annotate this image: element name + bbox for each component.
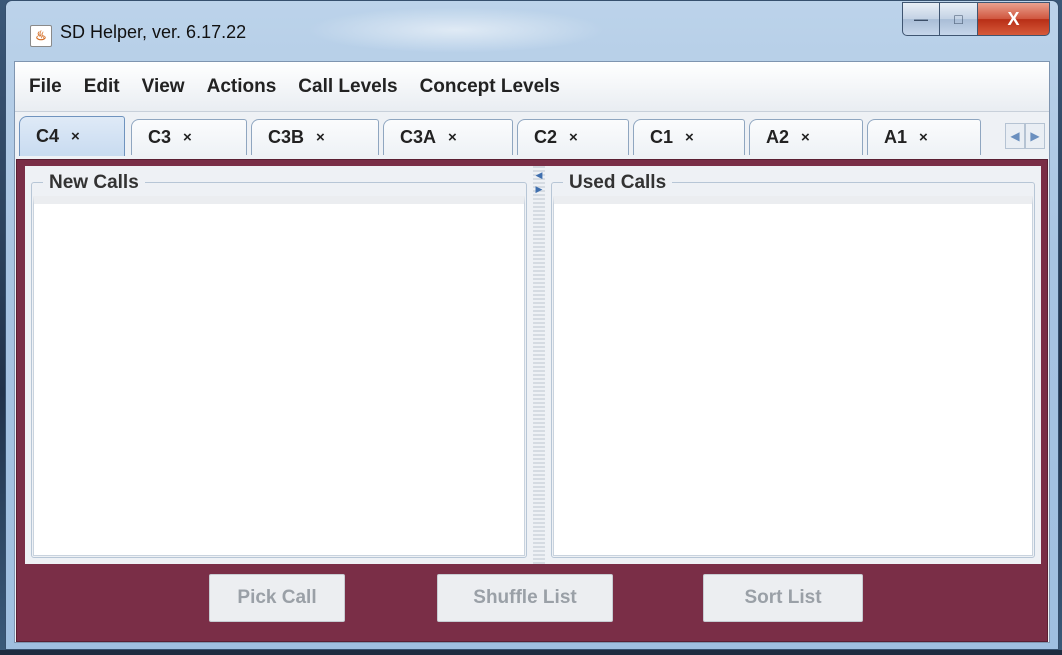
menu-edit[interactable]: Edit: [84, 76, 120, 98]
used-calls-group: Used Calls: [545, 166, 1041, 564]
new-calls-list[interactable]: [33, 196, 525, 556]
minimize-button[interactable]: —: [902, 2, 940, 36]
new-calls-title: New Calls: [43, 172, 145, 194]
title-glass-highlight: [306, 7, 606, 53]
tab-label: C1: [650, 127, 674, 147]
taskbar-edge: [0, 650, 1062, 655]
window-title: SD Helper, ver. 6.17.22: [60, 22, 247, 42]
window-client-area: File Edit View Actions Call Levels Conce…: [14, 61, 1050, 643]
tab-scroll-controls: ◀ ▶: [1005, 123, 1045, 153]
window-controls: — □ X: [902, 2, 1050, 36]
maximize-icon: □: [954, 11, 963, 27]
tab-label: A1: [884, 127, 908, 147]
new-calls-group: New Calls: [25, 166, 533, 564]
tab-a2[interactable]: A2 ×: [749, 119, 863, 155]
used-calls-list[interactable]: [553, 196, 1033, 556]
tab-c2[interactable]: C2 ×: [517, 119, 629, 155]
tab-close-icon[interactable]: ×: [448, 129, 457, 146]
split-pane: New Calls ◀ ▶ Used Calls: [25, 166, 1041, 564]
tab-close-icon[interactable]: ×: [919, 129, 928, 146]
menu-actions[interactable]: Actions: [207, 76, 277, 98]
tab-label: C4: [36, 126, 60, 146]
tab-scroll-left-icon[interactable]: ◀: [1005, 123, 1025, 149]
tab-content-area: New Calls ◀ ▶ Used Calls Pick Call Shuff…: [16, 159, 1048, 642]
tab-c3[interactable]: C3 ×: [131, 119, 247, 155]
tab-close-icon[interactable]: ×: [801, 129, 810, 146]
close-icon: X: [1007, 8, 1020, 29]
tab-c4[interactable]: C4 ×: [19, 116, 125, 156]
tab-label: A2: [766, 127, 790, 147]
level-tab-strip: C4 × C3 × C3B × C3A × C2 × C1 × A2 × A1 …: [15, 113, 1049, 159]
menu-concept-levels[interactable]: Concept Levels: [420, 76, 560, 98]
divider-left-arrow-icon[interactable]: ◀: [534, 170, 544, 180]
tab-label: C3: [148, 127, 172, 147]
tab-c3b[interactable]: C3B ×: [251, 119, 379, 155]
used-calls-title: Used Calls: [563, 172, 673, 194]
tab-label: C3A: [400, 127, 437, 147]
tab-c3a[interactable]: C3A ×: [383, 119, 513, 155]
maximize-button[interactable]: □: [940, 2, 978, 36]
shuffle-list-button[interactable]: Shuffle List: [437, 574, 613, 622]
menu-file[interactable]: File: [29, 76, 62, 98]
sort-list-button[interactable]: Sort List: [703, 574, 863, 622]
divider-right-arrow-icon[interactable]: ▶: [534, 184, 544, 194]
tab-close-icon[interactable]: ×: [316, 129, 325, 146]
tab-label: C2: [534, 127, 558, 147]
tab-scroll-right-icon[interactable]: ▶: [1025, 123, 1045, 149]
tab-a1[interactable]: A1 ×: [867, 119, 981, 155]
java-app-icon[interactable]: ♨: [30, 25, 52, 47]
pick-call-button[interactable]: Pick Call: [209, 574, 345, 622]
menu-bar: File Edit View Actions Call Levels Conce…: [15, 62, 1049, 112]
tab-close-icon[interactable]: ×: [71, 128, 80, 145]
app-window: ♨ SD Helper, ver. 6.17.22 — □ X File Edi…: [5, 0, 1059, 650]
tab-c1[interactable]: C1 ×: [633, 119, 745, 155]
title-bar[interactable]: ♨ SD Helper, ver. 6.17.22 — □ X: [6, 1, 1058, 61]
minimize-icon: —: [914, 11, 928, 27]
close-button[interactable]: X: [978, 2, 1050, 36]
tab-close-icon[interactable]: ×: [685, 129, 694, 146]
split-divider[interactable]: ◀ ▶: [533, 166, 545, 564]
tab-label: C3B: [268, 127, 305, 147]
tab-close-icon[interactable]: ×: [569, 129, 578, 146]
tab-close-icon[interactable]: ×: [183, 129, 192, 146]
menu-call-levels[interactable]: Call Levels: [298, 76, 397, 98]
menu-view[interactable]: View: [142, 76, 185, 98]
